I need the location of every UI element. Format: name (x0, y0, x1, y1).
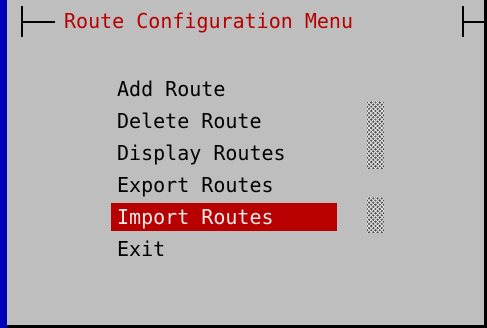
terminal-screen: Route Configuration Menu Add Route Delet… (0, 0, 487, 328)
frame-left-tick-top (21, 6, 23, 22)
menu-item-delete-route[interactable]: Delete Route (111, 105, 337, 137)
scrollbar-thumb-lower[interactable] (367, 197, 384, 233)
menu-dialog: Route Configuration Menu Add Route Delet… (7, 0, 487, 328)
menu-item-exit[interactable]: Exit (111, 233, 337, 265)
scrollbar-thumb-upper[interactable] (367, 101, 384, 169)
menu-item-display-routes[interactable]: Display Routes (111, 137, 337, 169)
menu-item-export-routes[interactable]: Export Routes (111, 169, 337, 201)
menu-item-import-routes[interactable]: Import Routes (111, 203, 337, 231)
route-menu: Add Route Delete Route Display Routes Ex… (111, 73, 337, 265)
frame-top-left-line (21, 21, 55, 23)
frame-top-right-line (462, 21, 484, 23)
frame-left-tick (21, 21, 23, 37)
dialog-title: Route Configuration Menu (64, 9, 353, 33)
menu-item-add-route[interactable]: Add Route (111, 73, 337, 105)
